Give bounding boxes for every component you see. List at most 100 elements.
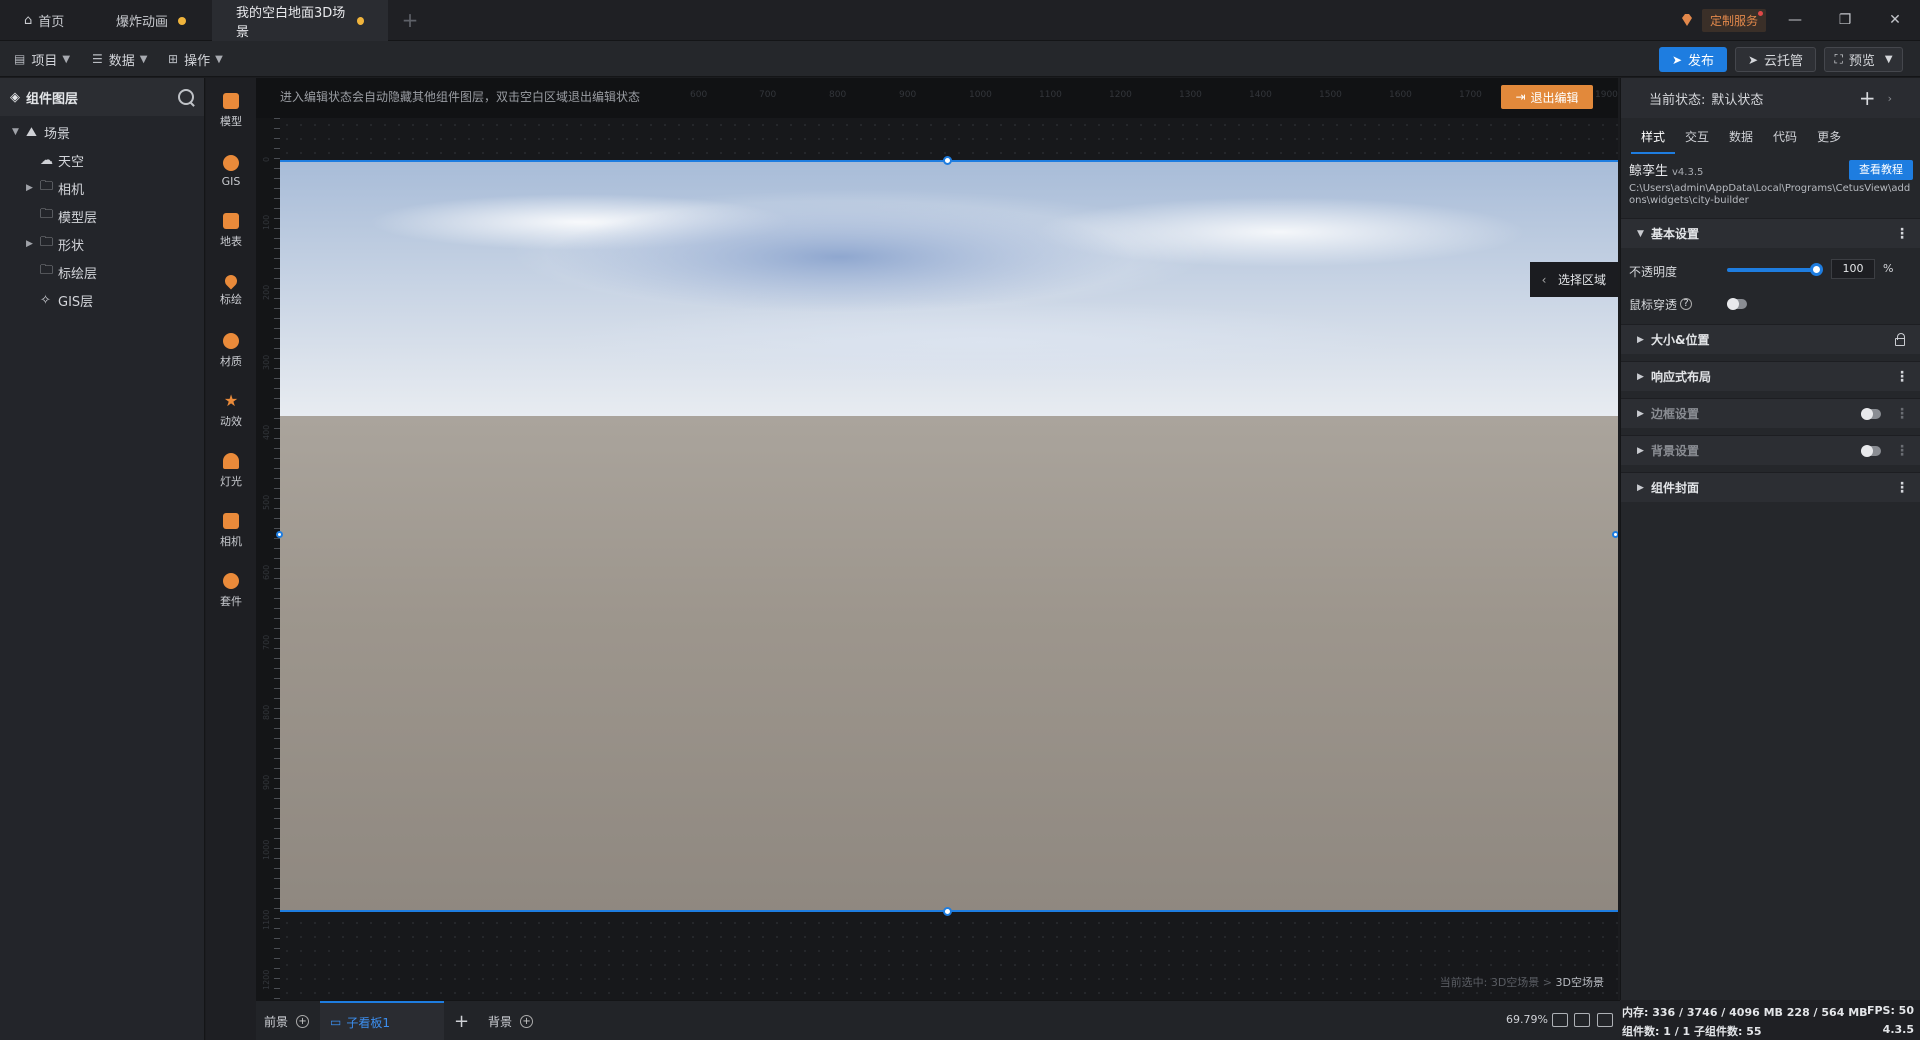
section-background-settings[interactable]: ▶ 背景设置 ⋮ (1621, 435, 1920, 465)
select-area-button[interactable]: ‹ 选择区域 (1530, 262, 1618, 297)
layer-item-shape[interactable]: ▶ 🗀 形状 (26, 232, 84, 256)
lock-icon[interactable] (1895, 332, 1905, 346)
chevron-right-icon[interactable]: › (1888, 92, 1892, 105)
exit-edit-button[interactable]: ⇥ 退出编辑 (1501, 85, 1593, 109)
add-state-icon[interactable]: + (1859, 86, 1876, 110)
layer-item-model-layer[interactable]: 🗀 模型层 (26, 204, 97, 228)
background-toggle[interactable] (1861, 444, 1881, 457)
help-icon[interactable]: ? (1680, 298, 1693, 310)
minimize-icon[interactable]: — (1782, 8, 1808, 32)
tab-background[interactable]: 背景 + (488, 1001, 534, 1040)
folder-icon: 🗀 (40, 263, 54, 278)
tab-foreground[interactable]: 前景 + (264, 1001, 310, 1040)
resize-handle-left[interactable] (276, 531, 283, 538)
section-basic-settings[interactable]: ▼ 基本设置 ⋮ (1621, 218, 1920, 248)
preview-button[interactable]: ⛶ 预览 ▼ (1824, 47, 1903, 72)
layer-item-scene[interactable]: ▼ ⛰ 场景 (12, 120, 70, 144)
state-selector[interactable]: 当前状态: 默认状态 + › (1621, 78, 1920, 118)
add-circle-icon[interactable]: + (296, 1014, 310, 1028)
tab-style[interactable]: 样式 (1631, 120, 1676, 154)
opacity-slider-handle[interactable] (1810, 263, 1823, 276)
resize-handle-bottom[interactable] (943, 907, 952, 916)
opacity-input[interactable]: 100 (1831, 259, 1875, 279)
terminal-icon[interactable] (1597, 1013, 1613, 1027)
component-path: C:\Users\admin\AppData\Local\Programs\Ce… (1629, 183, 1911, 206)
publish-button[interactable]: ➤ 发布 (1659, 47, 1727, 72)
board-tab-bar: 前景 + ▭ 子看板1 + 背景 + 69.79% (256, 1000, 1620, 1040)
resize-handle-right[interactable] (1612, 531, 1618, 538)
component-count: 组件数: 1 / 1 子组件数: 55 (1622, 1025, 1762, 1038)
sky (280, 162, 1618, 416)
add-tab-icon[interactable]: + (398, 8, 422, 32)
chevron-left-icon: ‹ (1541, 272, 1547, 287)
layer-item-gis-layer[interactable]: ✧ GIS层 (26, 288, 93, 312)
more-vertical-icon[interactable]: ⋮ (1895, 481, 1909, 495)
document-icon: ▤ (14, 52, 26, 66)
chevron-right-icon: ▶ (1637, 482, 1644, 493)
keyboard-icon[interactable] (1574, 1013, 1590, 1027)
editor-canvas[interactable]: 600 700 800 900 1000 1100 1200 1300 1400… (256, 78, 1618, 1000)
tool-plot[interactable]: 标绘 (206, 266, 256, 316)
chevron-down-icon[interactable]: ▼ (12, 127, 26, 137)
tool-gis[interactable]: GIS (206, 146, 256, 196)
memory-usage: 内存: 336 / 3746 / 4096 MB 228 / 564 MB (1622, 1006, 1868, 1019)
close-icon[interactable]: ✕ (1882, 8, 1908, 32)
send-icon: ➤ (1747, 52, 1759, 67)
chevron-right-icon[interactable]: ▶ (26, 239, 40, 249)
layer-item-sky[interactable]: ☁ 天空 (26, 148, 84, 172)
database-icon: ☰ (92, 52, 103, 66)
home-icon: ⌂ (24, 13, 33, 28)
resize-handle-top[interactable] (943, 156, 952, 165)
restore-icon[interactable]: ❐ (1832, 8, 1858, 32)
model-icon (223, 93, 239, 109)
cloud-hosting-button[interactable]: ➤ 云托管 (1735, 47, 1816, 72)
more-vertical-icon[interactable]: ⋮ (1895, 444, 1909, 458)
fit-screen-icon[interactable] (1552, 1013, 1568, 1027)
border-toggle[interactable] (1861, 407, 1881, 420)
menu-data[interactable]: ☰ 数据 ▼ (92, 41, 147, 77)
section-size-position[interactable]: ▶ 大小&位置 (1621, 324, 1920, 354)
section-component-cover[interactable]: ▶ 组件封面 ⋮ (1621, 472, 1920, 502)
exit-icon: ⇥ (1515, 90, 1526, 104)
add-board-icon[interactable]: + (454, 1001, 469, 1040)
add-circle-icon[interactable]: + (520, 1014, 534, 1028)
more-vertical-icon[interactable]: ⋮ (1895, 407, 1909, 421)
tab-3d-scene[interactable]: 我的空白地面3D场景 (212, 0, 388, 41)
custom-service-button[interactable]: 定制服务 (1680, 8, 1767, 32)
menu-project[interactable]: ▤ 项目 ▼ (14, 41, 70, 77)
more-vertical-icon[interactable]: ⋮ (1895, 370, 1909, 384)
section-responsive-layout[interactable]: ▶ 响应式布局 ⋮ (1621, 361, 1920, 391)
view-tutorial-button[interactable]: 查看教程 (1849, 160, 1913, 180)
more-vertical-icon[interactable]: ⋮ (1895, 227, 1909, 241)
layer-panel: ◈ 组件图层 ▼ ⛰ 场景 ☁ 天空 ▶ 🗀 相机 🗀 模型层 ▶ 🗀 形状 🗀… (0, 78, 205, 1040)
chevron-right-icon[interactable]: ▶ (26, 183, 40, 193)
tab-home[interactable]: ⌂ 首页 (0, 0, 88, 41)
tool-model[interactable]: 模型 (206, 86, 256, 136)
tool-effects[interactable]: ★ 动效 (206, 386, 256, 436)
section-border-settings[interactable]: ▶ 边框设置 ⋮ (1621, 398, 1920, 428)
layer-item-camera[interactable]: ▶ 🗀 相机 (26, 176, 84, 200)
tool-lighting[interactable]: 灯光 (206, 446, 256, 496)
tab-sub-board-1[interactable]: ▭ 子看板1 (320, 1001, 444, 1040)
zoom-level[interactable]: 69.79% (1506, 1013, 1548, 1026)
tab-interaction[interactable]: 交互 (1675, 120, 1719, 154)
mouse-through-toggle[interactable] (1727, 298, 1747, 310)
opacity-slider-track[interactable] (1727, 268, 1815, 272)
tab-more[interactable]: 更多 (1807, 120, 1851, 154)
layer-item-plot-layer[interactable]: 🗀 标绘层 (26, 260, 97, 284)
tool-kit[interactable]: 套件 (206, 566, 256, 616)
tool-material[interactable]: 材质 (206, 326, 256, 376)
menu-operations[interactable]: ⊞ 操作 ▼ (168, 41, 223, 77)
tool-terrain[interactable]: 地表 (206, 206, 256, 256)
3d-scene-viewport[interactable]: ‹ 选择区域 (280, 160, 1618, 912)
gem-icon (1682, 14, 1692, 26)
terrain-icon (223, 213, 239, 229)
tool-camera[interactable]: 相机 (206, 506, 256, 556)
opacity-label: 不透明度 (1629, 264, 1678, 279)
material-icon (223, 333, 239, 349)
gis-icon: ✧ (40, 292, 51, 308)
search-icon[interactable] (178, 89, 194, 105)
tab-data[interactable]: 数据 (1719, 120, 1763, 154)
tab-explosion-animation[interactable]: 爆炸动画 (92, 0, 210, 41)
tab-code[interactable]: 代码 (1763, 120, 1807, 154)
